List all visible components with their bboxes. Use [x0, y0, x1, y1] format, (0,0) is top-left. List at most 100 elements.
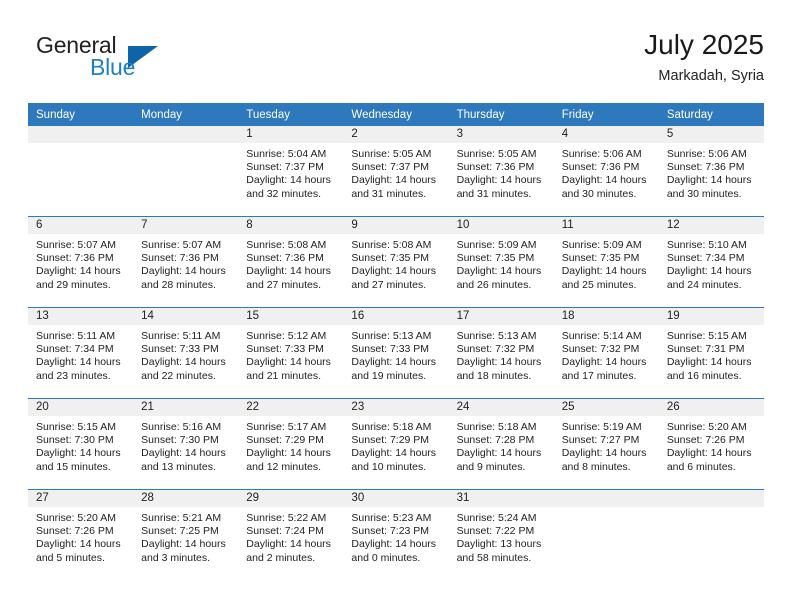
- day-cell[interactable]: 6 Sunrise: 5:07 AM Sunset: 7:36 PM Daylight…: [28, 217, 134, 307]
- calendar-grid: Sunday Monday Tuesday Wednesday Thursday Frid…: [28, 103, 764, 580]
- day-cell[interactable]: 8 Sunrise: 5:08 AM Sunset: 7:36 PM Daylight…: [238, 217, 344, 307]
- day-cell[interactable]: 23 Sunrise: 5:18 AM Sunset: 7:29 PM Dayligh…: [343, 399, 449, 489]
- day-number: 10: [448, 217, 554, 234]
- day-number: 9: [343, 217, 449, 234]
- daylight-text: Daylight: 14 hours and 29 minutes.: [36, 265, 121, 291]
- sunrise-text: Sunrise: 5:17 AM: [246, 421, 327, 433]
- day-cell[interactable]: 16 Sunrise: 5:13 AM Sunset: 7:33 PM Dayligh…: [343, 308, 449, 398]
- sunset-text: Sunset: 7:33 PM: [351, 343, 430, 356]
- day-cell[interactable]: 31 Sunrise: 5:24 AM Sunset: 7:22 PM Dayligh…: [448, 490, 554, 580]
- day-details: Sunrise: 5:16 AM Sunset: 7:30 PM Daylight:…: [133, 416, 238, 474]
- calendar-cell: 26 Sunrise: 5:20 AM Sunset: 7:26 PM Dayligh…: [658, 398, 764, 490]
- calendar-cell: 16 Sunrise: 5:13 AM Sunset: 7:33 PM Dayligh…: [343, 307, 449, 399]
- day-number: 16: [343, 308, 449, 325]
- day-number: 3: [448, 126, 554, 143]
- brand-logo[interactable]: General Blue: [28, 32, 258, 88]
- day-number: 23: [343, 399, 449, 416]
- calendar-cell: 30 Sunrise: 5:23 AM Sunset: 7:23 PM Dayligh…: [343, 489, 449, 580]
- sunrise-text: Sunrise: 5:08 AM: [246, 239, 327, 251]
- day-cell-empty: [658, 490, 764, 580]
- day-number: 13: [28, 308, 134, 325]
- sunset-text: Sunset: 7:33 PM: [141, 343, 219, 356]
- daylight-text: Daylight: 14 hours and 27 minutes.: [351, 265, 437, 291]
- day-details: Sunrise: 5:22 AM Sunset: 7:24 PM Daylight:…: [238, 507, 343, 565]
- day-cell[interactable]: 15 Sunrise: 5:12 AM Sunset: 7:33 PM Dayligh…: [238, 308, 344, 398]
- day-details: Sunrise: 5:08 AM Sunset: 7:36 PM Daylight:…: [238, 234, 343, 292]
- calendar-cell: 1 Sunrise: 5:04 AM Sunset: 7:37 PM Daylight…: [238, 126, 344, 217]
- day-cell[interactable]: 29 Sunrise: 5:22 AM Sunset: 7:24 PM Dayligh…: [238, 490, 344, 580]
- day-cell[interactable]: 2 Sunrise: 5:05 AM Sunset: 7:37 PM Daylight…: [343, 126, 449, 216]
- calendar-week-row: 20 Sunrise: 5:15 AM Sunset: 7:30 PM Dayligh…: [28, 398, 764, 490]
- day-number: 28: [133, 490, 239, 507]
- calendar-cell: 8 Sunrise: 5:08 AM Sunset: 7:36 PM Daylight…: [238, 216, 344, 308]
- day-number: 25: [553, 399, 659, 416]
- day-cell[interactable]: 9 Sunrise: 5:08 AM Sunset: 7:35 PM Daylight…: [343, 217, 449, 307]
- sunrise-text: Sunrise: 5:09 AM: [561, 239, 642, 251]
- calendar-cell: 2 Sunrise: 5:05 AM Sunset: 7:37 PM Daylight…: [343, 126, 449, 217]
- day-cell[interactable]: 13 Sunrise: 5:11 AM Sunset: 7:34 PM Dayligh…: [28, 308, 134, 398]
- calendar-cell: 12 Sunrise: 5:10 AM Sunset: 7:34 PM Dayligh…: [658, 216, 764, 308]
- day-details: Sunrise: 5:14 AM Sunset: 7:32 PM Daylight:…: [554, 325, 659, 383]
- calendar-cell: 18 Sunrise: 5:14 AM Sunset: 7:32 PM Dayligh…: [553, 307, 659, 399]
- daylight-text: Daylight: 14 hours and 6 minutes.: [666, 447, 752, 473]
- calendar-cell: 22 Sunrise: 5:17 AM Sunset: 7:29 PM Dayligh…: [238, 398, 344, 490]
- sunset-text: Sunset: 7:36 PM: [456, 161, 535, 174]
- sunrise-text: Sunrise: 5:18 AM: [456, 421, 537, 433]
- daylight-text: Daylight: 14 hours and 31 minutes.: [351, 174, 437, 200]
- day-number: 14: [133, 308, 239, 325]
- day-cell[interactable]: 18 Sunrise: 5:14 AM Sunset: 7:32 PM Dayligh…: [553, 308, 659, 398]
- day-cell[interactable]: 7 Sunrise: 5:07 AM Sunset: 7:36 PM Daylight…: [133, 217, 239, 307]
- day-cell-empty: [133, 126, 239, 216]
- sunset-text: Sunset: 7:28 PM: [456, 434, 535, 447]
- day-cell[interactable]: 4 Sunrise: 5:06 AM Sunset: 7:36 PM Daylight…: [553, 126, 659, 216]
- day-cell[interactable]: 26 Sunrise: 5:20 AM Sunset: 7:26 PM Dayligh…: [658, 399, 764, 489]
- day-number: 4: [553, 126, 659, 143]
- daylight-text: Daylight: 14 hours and 31 minutes.: [456, 174, 542, 200]
- sunrise-text: Sunrise: 5:11 AM: [141, 330, 221, 342]
- day-cell[interactable]: 30 Sunrise: 5:23 AM Sunset: 7:23 PM Dayligh…: [343, 490, 449, 580]
- day-cell[interactable]: 14 Sunrise: 5:11 AM Sunset: 7:33 PM Dayligh…: [133, 308, 239, 398]
- day-cell-empty: [553, 490, 659, 580]
- day-cell[interactable]: 3 Sunrise: 5:05 AM Sunset: 7:36 PM Daylight…: [448, 126, 554, 216]
- sunrise-text: Sunrise: 5:09 AM: [456, 239, 537, 251]
- day-cell[interactable]: 27 Sunrise: 5:20 AM Sunset: 7:26 PM Dayligh…: [28, 490, 134, 580]
- day-cell[interactable]: 10 Sunrise: 5:09 AM Sunset: 7:35 PM Dayligh…: [448, 217, 554, 307]
- day-cell[interactable]: 25 Sunrise: 5:19 AM Sunset: 7:27 PM Dayligh…: [553, 399, 659, 489]
- day-details: Sunrise: 5:13 AM Sunset: 7:33 PM Daylight:…: [343, 325, 448, 383]
- day-details: Sunrise: 5:13 AM Sunset: 7:32 PM Daylight:…: [449, 325, 554, 383]
- day-number: 27: [28, 490, 134, 507]
- day-details: Sunrise: 5:07 AM Sunset: 7:36 PM Daylight:…: [133, 234, 238, 292]
- day-details: Sunrise: 5:20 AM Sunset: 7:26 PM Daylight:…: [28, 507, 133, 565]
- daylight-text: Daylight: 14 hours and 3 minutes.: [141, 538, 226, 564]
- daylight-text: Daylight: 14 hours and 15 minutes.: [36, 447, 121, 473]
- calendar-cell: 10 Sunrise: 5:09 AM Sunset: 7:35 PM Dayligh…: [448, 216, 554, 308]
- day-cell[interactable]: 17 Sunrise: 5:13 AM Sunset: 7:32 PM Dayligh…: [448, 308, 554, 398]
- calendar-week-row: 1 Sunrise: 5:04 AM Sunset: 7:37 PM Daylight…: [28, 126, 764, 217]
- sunrise-text: Sunrise: 5:11 AM: [36, 330, 116, 342]
- weekday-header-tuesday: Tuesday: [238, 103, 344, 126]
- daylight-text: Daylight: 14 hours and 22 minutes.: [141, 356, 226, 382]
- sunrise-text: Sunrise: 5:08 AM: [351, 239, 432, 251]
- day-number: 20: [28, 399, 134, 416]
- weekday-header-monday: Monday: [133, 103, 239, 126]
- day-cell[interactable]: 21 Sunrise: 5:16 AM Sunset: 7:30 PM Dayligh…: [133, 399, 239, 489]
- sunrise-text: Sunrise: 5:07 AM: [141, 239, 222, 251]
- day-cell[interactable]: 5 Sunrise: 5:06 AM Sunset: 7:36 PM Daylight…: [658, 126, 764, 216]
- day-cell[interactable]: 11 Sunrise: 5:09 AM Sunset: 7:35 PM Dayligh…: [553, 217, 659, 307]
- day-cell[interactable]: 20 Sunrise: 5:15 AM Sunset: 7:30 PM Dayligh…: [28, 399, 134, 489]
- calendar-week-row: 27 Sunrise: 5:20 AM Sunset: 7:26 PM Dayligh…: [28, 489, 764, 580]
- day-cell[interactable]: 22 Sunrise: 5:17 AM Sunset: 7:29 PM Dayligh…: [238, 399, 344, 489]
- sunset-text: Sunset: 7:22 PM: [456, 525, 535, 538]
- day-details: Sunrise: 5:11 AM Sunset: 7:34 PM Daylight:…: [28, 325, 133, 383]
- daylight-text: Daylight: 14 hours and 32 minutes.: [246, 174, 331, 200]
- day-number: [553, 490, 659, 507]
- day-cell[interactable]: 24 Sunrise: 5:18 AM Sunset: 7:28 PM Dayligh…: [448, 399, 554, 489]
- sunset-text: Sunset: 7:36 PM: [666, 161, 745, 174]
- weekday-header-thursday: Thursday: [448, 103, 554, 126]
- weekday-header-wednesday: Wednesday: [343, 103, 449, 126]
- day-cell[interactable]: 28 Sunrise: 5:21 AM Sunset: 7:25 PM Dayligh…: [133, 490, 239, 580]
- day-cell[interactable]: 19 Sunrise: 5:15 AM Sunset: 7:31 PM Dayligh…: [658, 308, 764, 398]
- day-cell[interactable]: 12 Sunrise: 5:10 AM Sunset: 7:34 PM Dayligh…: [658, 217, 764, 307]
- day-cell[interactable]: 1 Sunrise: 5:04 AM Sunset: 7:37 PM Daylight…: [238, 126, 344, 216]
- weekday-header-sunday: Sunday: [28, 103, 134, 126]
